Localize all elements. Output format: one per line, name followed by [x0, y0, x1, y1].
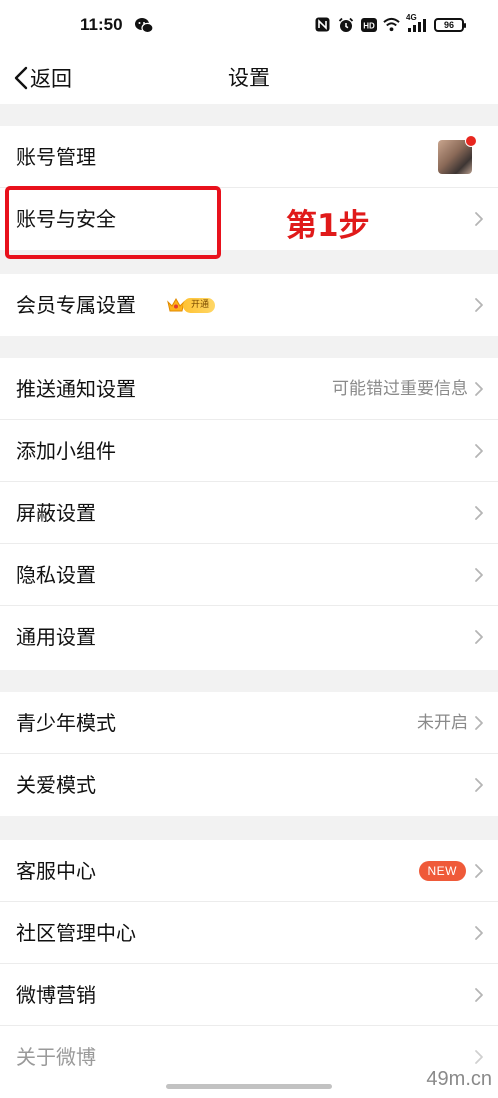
row-customer-service[interactable]: 客服中心 NEW	[0, 840, 498, 902]
settings-group-about: 客服中心 NEW 社区管理中心 微博营销 关于微博	[0, 840, 498, 1098]
row-about-weibo[interactable]: 关于微博	[0, 1026, 498, 1086]
row-account-manage[interactable]: 账号管理	[0, 126, 498, 188]
row-add-widget[interactable]: 添加小组件	[0, 420, 498, 482]
row-vip-settings[interactable]: 会员专属设置 开通	[0, 274, 498, 336]
watermark: 49m.cn	[426, 1068, 492, 1090]
chevron-right-icon	[475, 716, 483, 730]
row-label: 屏蔽设置	[16, 501, 96, 525]
row-label: 隐私设置	[16, 563, 96, 587]
chevron-right-icon	[475, 864, 483, 878]
settings-group-modes: 青少年模式 未开启 关爱模式	[0, 692, 498, 816]
vip-badge: 开通	[166, 294, 216, 316]
chevron-right-icon	[475, 926, 483, 940]
row-label: 会员专属设置	[16, 293, 136, 317]
vip-open-tag: 开通	[183, 297, 216, 313]
step-label: 第1步	[286, 208, 370, 244]
row-value: 未开启	[417, 713, 468, 733]
svg-text:HD: HD	[363, 21, 375, 30]
chevron-right-icon	[475, 298, 483, 312]
hd-icon: HD	[360, 16, 377, 33]
row-label: 账号管理	[16, 145, 96, 169]
home-indicator[interactable]	[166, 1084, 332, 1089]
row-label: 通用设置	[16, 625, 96, 649]
avatar[interactable]	[438, 135, 477, 174]
chevron-right-icon	[475, 444, 483, 458]
row-value: 可能错过重要信息	[332, 379, 468, 399]
notification-dot	[465, 135, 477, 147]
row-teen-mode[interactable]: 青少年模式 未开启	[0, 692, 498, 754]
chevron-right-icon	[475, 630, 483, 644]
chevron-right-icon	[475, 506, 483, 520]
chevron-right-icon	[475, 382, 483, 396]
page-title: 设置	[228, 66, 270, 90]
row-label: 推送通知设置	[16, 377, 136, 401]
new-badge: NEW	[418, 861, 466, 881]
status-bar: 11:50 HD 4G 96	[0, 0, 498, 52]
row-label: 关爱模式	[16, 773, 96, 797]
row-label: 青少年模式	[16, 711, 116, 735]
row-label: 社区管理中心	[16, 921, 136, 945]
nav-bar: 返回 设置	[0, 52, 498, 104]
settings-group-general: 推送通知设置 可能错过重要信息 添加小组件 屏蔽设置 隐私设置 通用设置	[0, 358, 498, 670]
row-community-center[interactable]: 社区管理中心	[0, 902, 498, 964]
row-push-settings[interactable]: 推送通知设置 可能错过重要信息	[0, 358, 498, 420]
row-label: 微博营销	[16, 983, 96, 1007]
nfc-icon	[314, 16, 331, 33]
row-label: 客服中心	[16, 859, 96, 883]
battery-level: 96	[443, 19, 454, 30]
chevron-right-icon	[475, 568, 483, 582]
row-privacy-settings[interactable]: 隐私设置	[0, 544, 498, 606]
row-block-settings[interactable]: 屏蔽设置	[0, 482, 498, 544]
status-icons: HD 4G 96	[314, 14, 466, 33]
chevron-right-icon	[475, 1050, 483, 1064]
cellular-signal-icon: 4G	[406, 14, 428, 33]
settings-group-vip: 会员专属设置 开通	[0, 274, 498, 336]
step-highlight-box	[5, 186, 221, 259]
row-weibo-marketing[interactable]: 微博营销	[0, 964, 498, 1026]
chevron-right-icon	[475, 212, 483, 226]
row-general-settings[interactable]: 通用设置	[0, 606, 498, 668]
row-label: 添加小组件	[16, 439, 116, 463]
status-time: 11:50	[80, 15, 123, 34]
row-label: 关于微博	[16, 1045, 96, 1069]
wifi-icon	[383, 16, 400, 33]
row-care-mode[interactable]: 关爱模式	[0, 754, 498, 816]
chevron-right-icon	[475, 988, 483, 1002]
chevron-right-icon	[475, 778, 483, 792]
battery-icon: 96	[434, 17, 466, 32]
alarm-icon	[337, 16, 354, 33]
wechat-icon	[134, 17, 154, 35]
